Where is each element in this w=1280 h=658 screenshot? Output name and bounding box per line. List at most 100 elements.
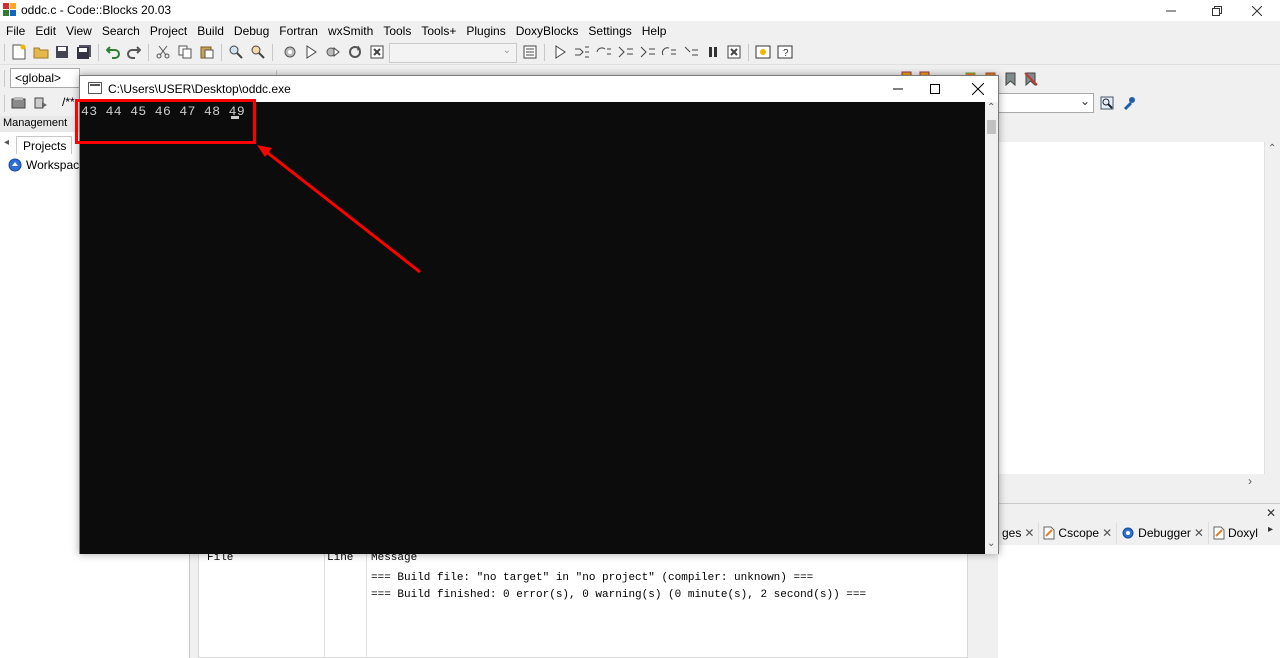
close-button[interactable] xyxy=(1234,0,1280,21)
step-out-button[interactable] xyxy=(639,43,657,61)
scroll-right-icon[interactable]: › xyxy=(1248,474,1252,488)
cut-button[interactable] xyxy=(154,43,172,61)
debug-windows-icon xyxy=(755,45,771,59)
menu-build[interactable]: Build xyxy=(194,24,231,38)
rebuild-button[interactable] xyxy=(346,43,364,61)
menu-project[interactable]: Project xyxy=(147,24,194,38)
console-maximize-button[interactable] xyxy=(912,77,958,100)
save-button[interactable] xyxy=(53,43,71,61)
next-line-button[interactable] xyxy=(595,43,613,61)
undo-button[interactable] xyxy=(104,43,122,61)
minimize-button[interactable] xyxy=(1148,0,1194,21)
extract-docs-button[interactable] xyxy=(32,94,50,112)
save-all-button[interactable] xyxy=(75,43,93,61)
new-file-button[interactable] xyxy=(10,43,28,61)
paste-button[interactable] xyxy=(198,43,216,61)
console-vertical-scrollbar[interactable]: ⌃ ⌄ xyxy=(985,102,998,554)
symbol-search-combo[interactable]: ⌄ xyxy=(998,93,1094,113)
build-button[interactable] xyxy=(281,43,299,61)
search-symbol-button[interactable] xyxy=(1098,94,1116,112)
next-instruction-icon xyxy=(662,47,676,56)
abort-button[interactable] xyxy=(368,43,386,61)
menu-plugins[interactable]: Plugins xyxy=(463,24,512,38)
step-into-button[interactable] xyxy=(617,43,635,61)
tab-projects[interactable]: Projects xyxy=(16,136,72,154)
menu-search[interactable]: Search xyxy=(99,24,147,38)
menu-wxsmith[interactable]: wxSmith xyxy=(325,24,380,38)
doxywizard-icon xyxy=(11,97,26,109)
scope-combo[interactable]: <global> xyxy=(10,68,80,88)
scroll-up-icon[interactable]: ⌃ xyxy=(987,102,995,113)
editor-vertical-scrollbar[interactable]: ⌃ xyxy=(1264,142,1280,474)
cut-icon xyxy=(156,45,170,59)
comment-block-label[interactable]: /** xyxy=(62,95,75,109)
console-close-button[interactable] xyxy=(955,77,1001,100)
run-to-cursor-button[interactable] xyxy=(573,43,591,61)
bookmark-goto-icon[interactable] xyxy=(1004,72,1018,86)
tab-scroll-left-icon[interactable]: ◂ xyxy=(4,137,9,148)
build-log-table[interactable]: File Line Message === Build file: "no ta… xyxy=(198,545,968,658)
scroll-down-icon[interactable]: ⌄ xyxy=(987,538,995,549)
build-target-combo[interactable]: ⌄ xyxy=(389,43,517,63)
redo-button[interactable] xyxy=(125,43,143,61)
editor-horizontal-scrollbar[interactable]: › xyxy=(998,474,1280,490)
menu-fortran[interactable]: Fortran xyxy=(276,24,325,38)
column-file: File xyxy=(199,546,325,658)
console-window[interactable]: C:\Users\USER\Desktop\oddc.exe 43 44 45 … xyxy=(79,75,999,554)
console-titlebar[interactable]: C:\Users\USER\Desktop\oddc.exe xyxy=(80,76,998,101)
undo-icon xyxy=(106,46,120,59)
tab-scroll-right-icon[interactable]: ▸ xyxy=(1268,524,1273,535)
menu-tools[interactable]: Tools xyxy=(380,24,418,38)
menu-doxyblocks[interactable]: DoxyBlocks xyxy=(513,24,586,38)
menu-help[interactable]: Help xyxy=(639,24,674,38)
menu-settings[interactable]: Settings xyxy=(585,24,638,38)
debug-continue-button[interactable] xyxy=(551,43,569,61)
tab-close-icon[interactable]: ✕ xyxy=(1194,526,1204,540)
menu-view[interactable]: View xyxy=(63,24,99,38)
toolbar-separator xyxy=(544,44,545,61)
column-line: Line xyxy=(325,546,367,658)
tab-cscope[interactable]: Cscope ✕ xyxy=(1039,522,1118,544)
copy-button[interactable] xyxy=(176,43,194,61)
close-icon xyxy=(1252,5,1262,16)
tab-debugger[interactable]: Debugger ✕ xyxy=(1117,522,1209,544)
find-button[interactable] xyxy=(227,43,245,61)
tab-build-messages[interactable]: ges ✕ xyxy=(998,522,1040,544)
scroll-up-icon[interactable]: ⌃ xyxy=(1268,143,1276,154)
stop-debugger-icon xyxy=(727,45,741,59)
symbol-settings-button[interactable] xyxy=(1120,94,1138,112)
open-button[interactable] xyxy=(32,43,50,61)
build-run-icon xyxy=(326,46,340,58)
step-into-icon xyxy=(618,46,633,58)
replace-button[interactable] xyxy=(249,43,267,61)
editor-area[interactable]: ⌃ › xyxy=(998,142,1280,490)
bookmark-clear-icon[interactable] xyxy=(1024,72,1038,86)
logs-close-icon[interactable]: ✕ xyxy=(1266,506,1276,520)
console-output-area[interactable]: 43 44 45 46 47 48 49 xyxy=(80,102,985,554)
debugging-windows-button[interactable] xyxy=(754,43,772,61)
tab-close-icon[interactable]: ✕ xyxy=(1024,526,1034,540)
break-debugger-button[interactable] xyxy=(704,43,722,61)
console-title: C:\Users\USER\Desktop\oddc.exe xyxy=(108,82,291,96)
build-run-button[interactable] xyxy=(324,43,342,61)
next-instruction-button[interactable] xyxy=(660,43,678,61)
various-info-button[interactable]: ? xyxy=(776,43,794,61)
scroll-thumb[interactable] xyxy=(987,120,996,134)
menu-debug[interactable]: Debug xyxy=(231,24,276,38)
menu-tools-plus[interactable]: Tools+ xyxy=(418,24,463,38)
redo-icon xyxy=(127,46,141,59)
codeblocks-logo-icon xyxy=(3,3,16,16)
chevron-down-icon: ⌄ xyxy=(1079,94,1090,108)
tab-close-icon[interactable]: ✕ xyxy=(1102,526,1112,540)
step-into-instruction-button[interactable] xyxy=(682,43,700,61)
doxywizard-button[interactable] xyxy=(10,94,28,112)
menu-edit[interactable]: Edit xyxy=(32,24,63,38)
show-targets-button[interactable] xyxy=(521,43,539,61)
logs-right-blank xyxy=(998,545,1280,658)
workspace-node[interactable]: Workspace xyxy=(8,158,86,172)
stop-debugger-button[interactable] xyxy=(725,43,743,61)
run-button[interactable] xyxy=(302,43,320,61)
tab-doxyblocks[interactable]: Doxyl xyxy=(1209,522,1262,544)
workspace-label: Workspace xyxy=(26,158,86,172)
menu-file[interactable]: File xyxy=(3,24,32,38)
